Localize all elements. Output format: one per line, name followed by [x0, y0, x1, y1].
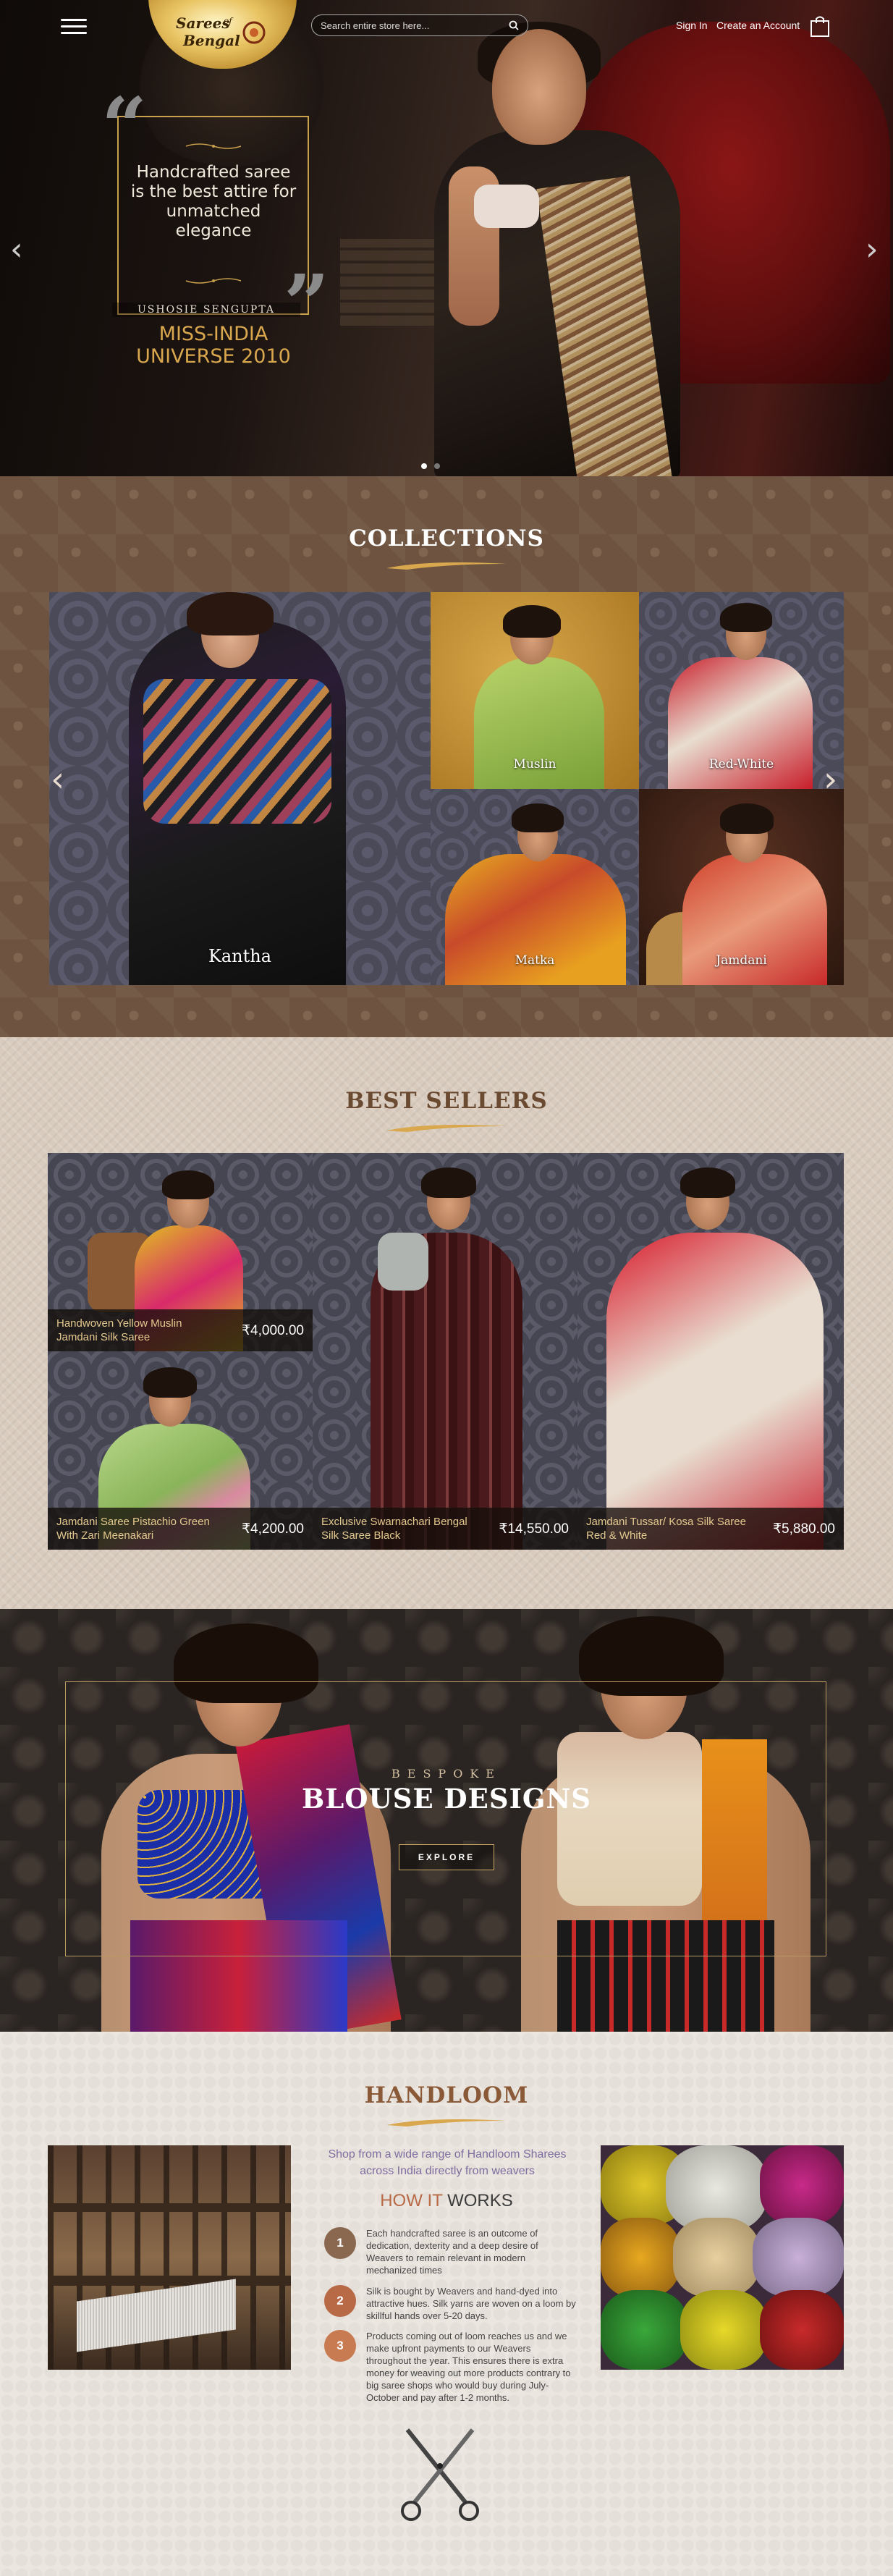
hero-prev-arrow[interactable]: ‹	[10, 234, 25, 266]
hero-banner: “ Handcrafted saree is the best attire f…	[0, 0, 893, 476]
product-card[interactable]: Handwoven Yellow Muslin Jamdani Silk Sar…	[48, 1153, 313, 1351]
collection-tile-muslin[interactable]: Muslin	[431, 592, 639, 789]
collections-title: COLLECTIONS	[349, 525, 544, 552]
product-price: ₹4,000.00	[241, 1322, 304, 1338]
step-3: 3 Products coming out of loom reaches us…	[324, 2330, 577, 2404]
blouse-frame	[65, 1681, 826, 1956]
create-account-link[interactable]: Create an Account	[716, 20, 800, 31]
collection-label: Kantha	[208, 946, 272, 966]
product-price: ₹5,880.00	[772, 1521, 835, 1537]
bestsellers-section: BEST SELLERS Handwoven Yellow Muslin Jam…	[0, 1037, 893, 1609]
blouse-banner[interactable]: BESPOKE BLOUSE DESIGNS EXPLORE	[0, 1609, 893, 2032]
step-text: Products coming out of loom reaches us a…	[366, 2331, 571, 2403]
sign-in-link[interactable]: Sign In	[676, 20, 708, 31]
product-card[interactable]: Jamdani Saree Pistachio Green With Zari …	[48, 1351, 313, 1550]
step-number: 3	[324, 2330, 356, 2362]
open-quote-icon: “	[101, 80, 148, 173]
search-icon[interactable]	[509, 20, 519, 30]
yarn-image	[601, 2145, 844, 2370]
hero-pagination	[421, 463, 440, 469]
title-swoosh-icon	[386, 2119, 507, 2127]
quote-author-title: MISS-INDIA UNIVERSE 2010	[136, 323, 291, 368]
product-name[interactable]: Exclusive Swarnachari Bengal Silk Saree …	[321, 1515, 488, 1542]
product-card[interactable]: Jamdani Tussar/ Kosa Silk Saree Red & Wh…	[577, 1153, 844, 1550]
step-number: 1	[324, 2227, 356, 2259]
title-swoosh-icon	[386, 562, 507, 570]
bottom-ornament-icon	[185, 278, 242, 284]
collection-label: Red-White	[708, 757, 774, 772]
bestsellers-grid: Handwoven Yellow Muslin Jamdani Silk Sar…	[48, 1153, 844, 1550]
blouse-title: BLOUSE DESIGNS	[301, 1783, 592, 1815]
bestsellers-title: BEST SELLERS	[345, 1088, 548, 1114]
quote-author: USHOSIE SENGUPTA	[112, 303, 300, 317]
search-input[interactable]	[321, 20, 509, 31]
product-caption: Handwoven Yellow Muslin Jamdani Silk Sar…	[48, 1309, 313, 1351]
collections-next-arrow[interactable]: ›	[824, 762, 837, 797]
collection-label: Matka	[515, 953, 555, 968]
hero-model-image	[405, 14, 709, 476]
step-number: 2	[324, 2285, 356, 2317]
collection-tile-jamdani[interactable]: Jamdani	[639, 789, 844, 985]
collections-grid: Kantha Muslin Red-White Matka Jamdani	[49, 592, 844, 985]
product-name[interactable]: Jamdani Saree Pistachio Green With Zari …	[56, 1515, 223, 1542]
handloom-section: HANDLOOM Shop from a wide range of Handl…	[0, 2032, 893, 2576]
site-header: Sarees of Bengal Sign In Create an Accou…	[0, 0, 893, 69]
hero-quote: Handcrafted saree is the best attire for…	[130, 163, 297, 240]
collection-label: Muslin	[513, 757, 556, 772]
product-caption: Jamdani Tussar/ Kosa Silk Saree Red & Wh…	[577, 1508, 844, 1550]
svg-text:Sarees: Sarees	[176, 14, 230, 32]
product-price: ₹4,200.00	[241, 1521, 304, 1537]
step-1: 1 Each handcrafted saree is an outcome o…	[324, 2227, 577, 2276]
handloom-subtitle: Shop from a wide range of Handloom Share…	[328, 2148, 567, 2177]
product-name[interactable]: Handwoven Yellow Muslin Jamdani Silk Sar…	[56, 1317, 223, 1344]
product-price: ₹14,550.00	[499, 1521, 569, 1537]
scissors-icon	[401, 2428, 479, 2521]
explore-button[interactable]: EXPLORE	[399, 1844, 494, 1870]
menu-icon[interactable]	[61, 19, 87, 35]
collections-prev-arrow[interactable]: ‹	[51, 762, 64, 797]
collection-tile-matka[interactable]: Matka	[431, 789, 639, 985]
search-bar	[311, 14, 528, 36]
product-caption: Exclusive Swarnachari Bengal Silk Saree …	[313, 1508, 577, 1550]
step-2: 2 Silk is bought by Weavers and hand-dye…	[324, 2285, 577, 2322]
step-text: Each handcrafted saree is an outcome of …	[366, 2228, 538, 2276]
svg-text:of: of	[224, 16, 234, 26]
title-swoosh-icon	[386, 1125, 507, 1132]
collection-tile-red-white[interactable]: Red-White	[639, 592, 844, 789]
product-caption: Jamdani Saree Pistachio Green With Zari …	[48, 1508, 313, 1550]
hero-next-arrow[interactable]: ›	[866, 234, 880, 266]
hero-dot-2[interactable]	[434, 463, 440, 469]
hero-dot-1[interactable]	[421, 463, 427, 469]
product-card[interactable]: Exclusive Swarnachari Bengal Silk Saree …	[313, 1153, 577, 1550]
blouse-eyebrow: BESPOKE	[392, 1767, 501, 1781]
svg-text:Bengal: Bengal	[182, 32, 240, 49]
handloom-title: HANDLOOM	[364, 2082, 529, 2108]
step-text: Silk is bought by Weavers and hand-dyed …	[366, 2286, 576, 2321]
loom-image	[48, 2145, 291, 2370]
collection-label: Jamdani	[716, 953, 767, 968]
product-name[interactable]: Jamdani Tussar/ Kosa Silk Saree Red & Wh…	[586, 1515, 753, 1542]
collection-tile-kantha[interactable]: Kantha	[49, 592, 431, 985]
top-ornament-icon	[185, 143, 242, 149]
logo-wordmark: Sarees of Bengal	[176, 14, 265, 49]
cart-icon[interactable]	[809, 14, 831, 38]
collections-section: COLLECTIONS Kantha Muslin Red-White Matk…	[0, 476, 893, 1037]
